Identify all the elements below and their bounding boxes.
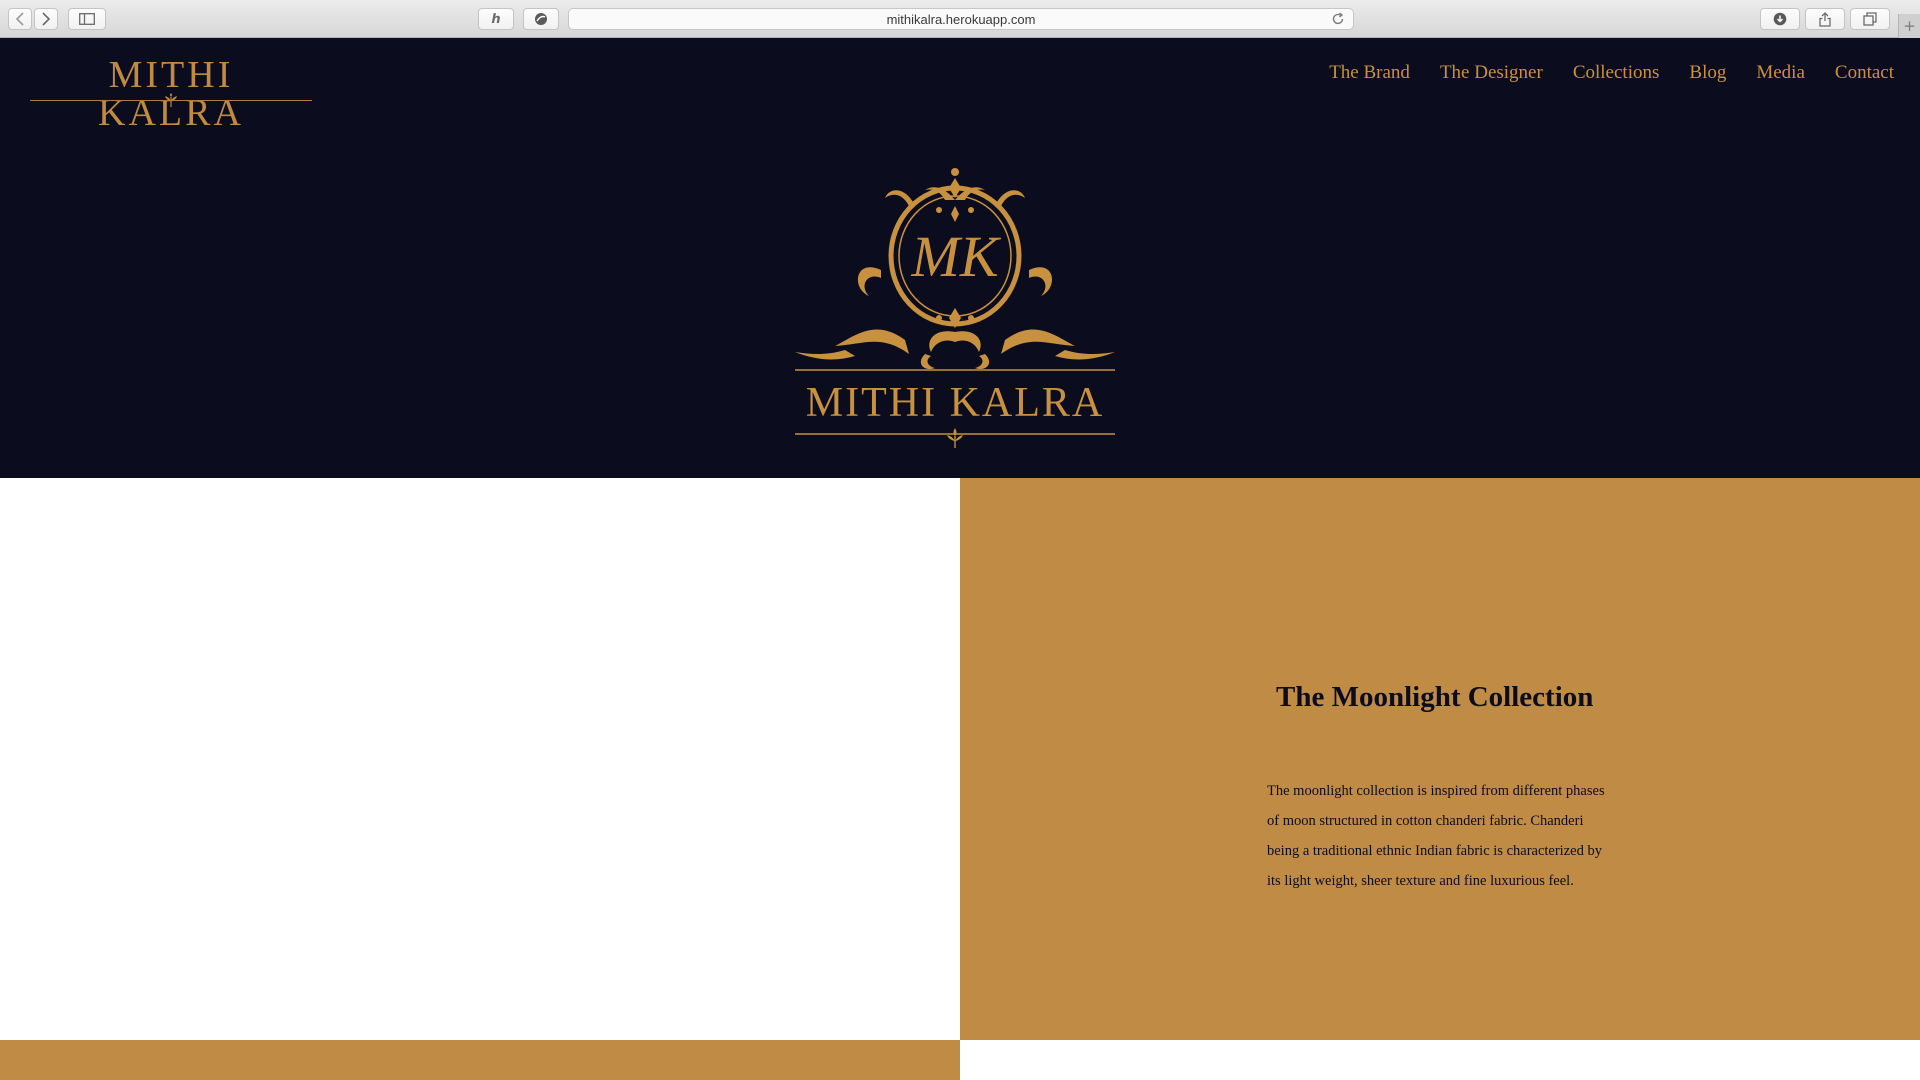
site-header: MITHI KALRA The Brand The Designer Colle… bbox=[0, 38, 1920, 478]
header-logo[interactable]: MITHI KALRA bbox=[30, 48, 312, 132]
share-icon bbox=[1819, 11, 1831, 27]
nav-collections[interactable]: Collections bbox=[1573, 62, 1660, 84]
collection-title: The Moonlight Collection bbox=[1276, 681, 1594, 713]
extension-icon: ℎ bbox=[491, 11, 501, 27]
collection-description: The moonlight collection is inspired fro… bbox=[1267, 783, 1605, 889]
collection-image-area bbox=[0, 478, 960, 1040]
share-button[interactable] bbox=[1805, 8, 1845, 30]
nav-the-designer[interactable]: The Designer bbox=[1440, 62, 1543, 84]
browser-toolbar: ℎ mithikalra.herokuapp.com + bbox=[0, 0, 1920, 38]
crest-monogram: MK bbox=[911, 224, 1002, 289]
nav-the-brand[interactable]: The Brand bbox=[1329, 62, 1410, 84]
forward-button[interactable] bbox=[34, 8, 58, 30]
next-section-image-area bbox=[960, 1040, 1920, 1080]
collection-info-panel bbox=[960, 478, 1920, 1040]
nav-blog[interactable]: Blog bbox=[1689, 62, 1726, 84]
extension-button[interactable]: ℎ bbox=[478, 8, 514, 30]
back-arrow-icon bbox=[15, 12, 24, 26]
crest-wordmark: MITHI KALRA bbox=[806, 380, 1104, 426]
forward-arrow-icon bbox=[42, 12, 51, 26]
new-tab-icon: + bbox=[1903, 17, 1916, 35]
address-bar[interactable]: mithikalra.herokuapp.com bbox=[568, 8, 1354, 30]
main-nav: The Brand The Designer Collections Blog … bbox=[1329, 62, 1894, 84]
new-tab-button[interactable]: + bbox=[1898, 14, 1920, 38]
reload-icon[interactable] bbox=[1331, 12, 1345, 26]
tabs-button[interactable] bbox=[1850, 8, 1890, 30]
url-text: mithikalra.herokuapp.com bbox=[886, 11, 1036, 27]
next-section-gold-panel bbox=[0, 1040, 960, 1080]
tabs-icon bbox=[1863, 12, 1877, 26]
back-button[interactable] bbox=[8, 8, 32, 30]
sidebar-icon bbox=[79, 13, 95, 25]
privacy-button[interactable] bbox=[523, 8, 559, 30]
nav-media[interactable]: Media bbox=[1756, 62, 1805, 84]
privacy-icon bbox=[535, 13, 547, 25]
sprig-icon bbox=[165, 93, 177, 107]
downloads-button[interactable] bbox=[1760, 8, 1800, 30]
download-icon bbox=[1773, 12, 1787, 26]
sidebar-toggle-button[interactable] bbox=[68, 8, 106, 30]
crest-logo: MK MITHI KALRA bbox=[795, 168, 1115, 448]
nav-contact[interactable]: Contact bbox=[1835, 62, 1894, 84]
